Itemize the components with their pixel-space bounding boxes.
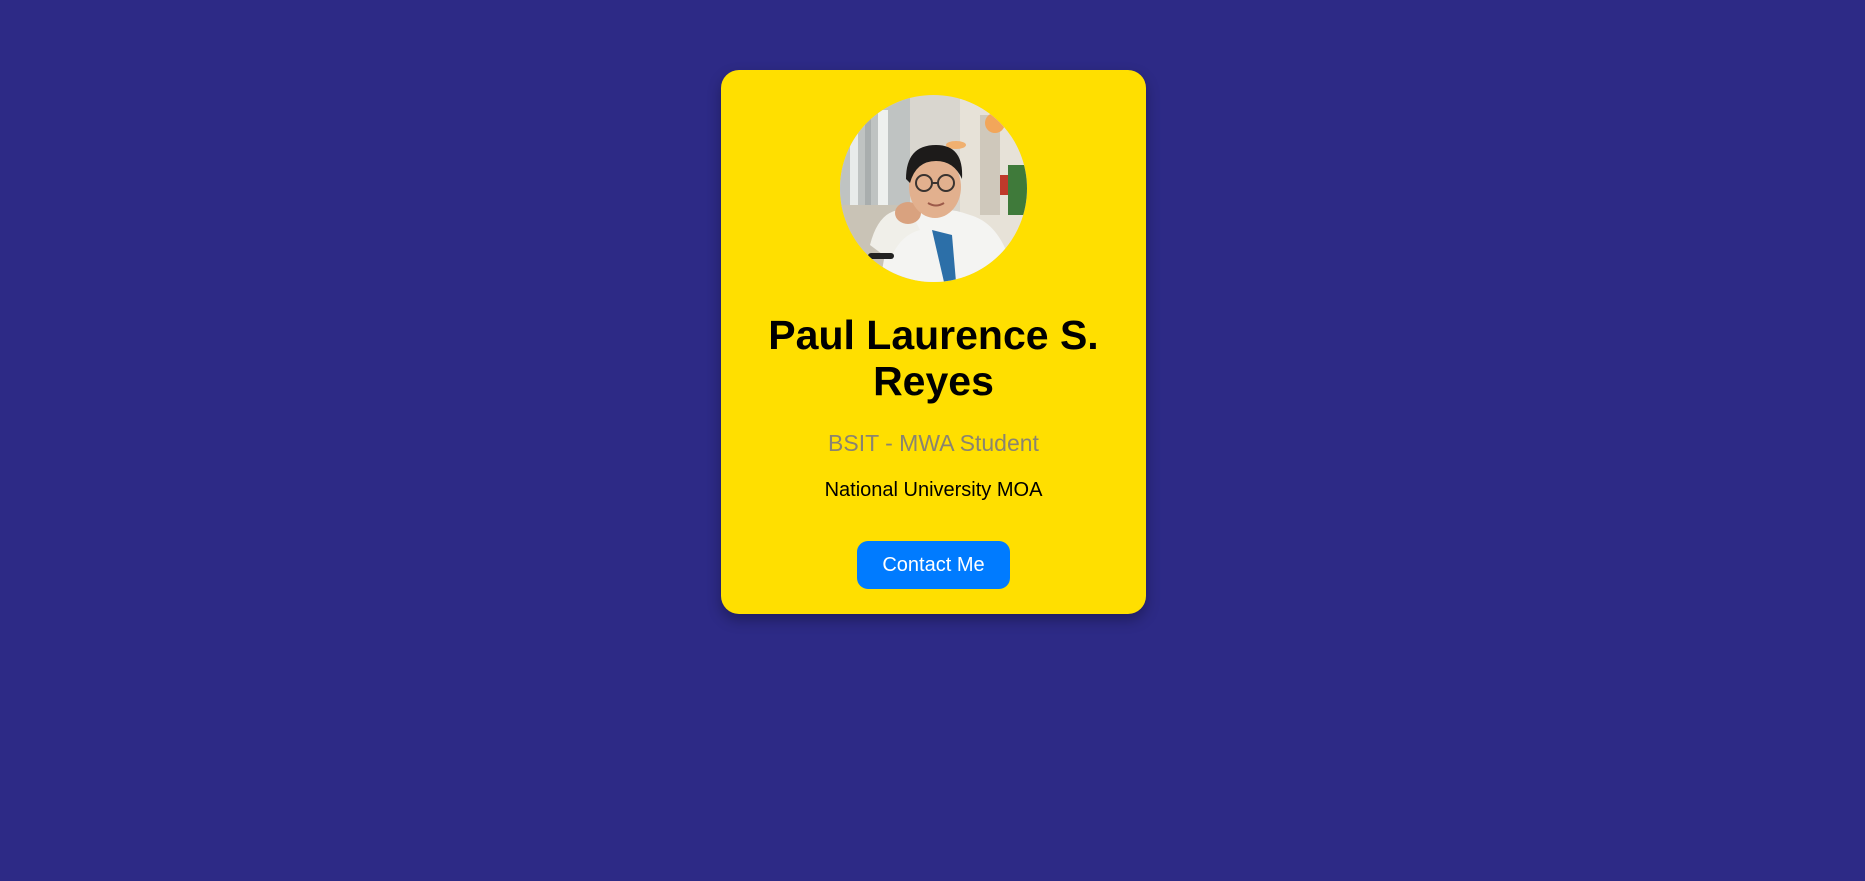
contact-me-button[interactable]: Contact Me (857, 541, 1010, 589)
profile-role: BSIT - MWA Student (828, 430, 1039, 456)
profile-photo (840, 95, 1027, 282)
profile-card: Paul Laurence S. Reyes BSIT - MWA Studen… (721, 70, 1146, 614)
profile-school: National University MOA (824, 479, 1043, 501)
profile-name: Paul Laurence S. Reyes (768, 312, 1099, 404)
